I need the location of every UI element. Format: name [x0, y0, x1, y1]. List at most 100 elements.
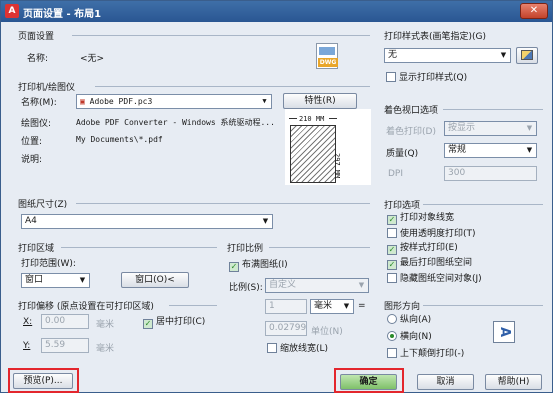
- window-select-button[interactable]: 窗口(O)<: [121, 272, 189, 288]
- scale-units-input[interactable]: 0.02799: [265, 321, 307, 336]
- scale-combo[interactable]: 自定义 ▼: [265, 278, 369, 293]
- page-setup-group-line: [72, 35, 370, 36]
- upside-down-checkbox[interactable]: 上下颠倒打印(-): [387, 348, 464, 360]
- portrait-radio[interactable]: 纵向(A): [387, 314, 431, 326]
- offset-y-input[interactable]: 5.59: [41, 338, 89, 353]
- plot-offset-group-line: [169, 305, 217, 306]
- chevron-down-icon: ▼: [358, 281, 365, 289]
- plot-option-checkbox[interactable]: 隐藏图纸空间对象(J): [387, 273, 482, 285]
- plot-range-value: 窗口: [25, 275, 44, 285]
- scale-units-label: 单位(N): [311, 327, 343, 337]
- cancel-button[interactable]: 取消: [417, 374, 474, 390]
- landscape-radio[interactable]: 横向(N): [387, 331, 432, 343]
- radio-icon: [387, 314, 397, 324]
- landscape-label: 横向(N): [400, 332, 432, 342]
- scale-paper-input[interactable]: 1: [265, 299, 307, 314]
- checkbox-icon: [387, 348, 397, 358]
- quality-label: 质量(Q): [386, 149, 419, 159]
- plot-scale-group-title: 打印比例: [227, 244, 264, 254]
- page-setup-group-title: 页面设置: [18, 32, 55, 42]
- checkbox-icon: [386, 72, 396, 82]
- chevron-down-icon: ▼: [262, 217, 269, 225]
- plot-area-group-title: 打印区域: [18, 244, 55, 254]
- paper-size-combo[interactable]: A4 ▼: [21, 214, 273, 229]
- shade-plot-combo[interactable]: 按显示 ▼: [444, 121, 537, 136]
- show-plot-styles-label: 显示打印样式(Q): [399, 73, 468, 83]
- paper-preview: 210 MM 297 MM: [285, 109, 371, 185]
- offset-x-label: X:: [23, 317, 33, 327]
- page-setup-dialog: A 页面设置 - 布局1 ✕ 页面设置 名称: <无> DWG 打印机/绘图仪 …: [0, 0, 553, 393]
- title-bar: A 页面设置 - 布局1 ✕: [1, 1, 552, 22]
- checkbox-icon: [387, 273, 397, 283]
- printer-group-line: [95, 86, 370, 87]
- scale-unit-combo[interactable]: 毫米 ▼: [310, 299, 354, 314]
- dpi-input[interactable]: 300: [444, 166, 537, 181]
- chevron-down-icon: ▼: [526, 124, 533, 132]
- plot-option-label: 隐藏图纸空间对象(J): [400, 274, 482, 284]
- scale-label: 比例(S):: [229, 283, 263, 293]
- dwg-label: DWG: [318, 58, 338, 67]
- edit-style-button[interactable]: [516, 47, 538, 64]
- preview-width-label: 210 MM: [299, 115, 325, 123]
- dimension-line: [329, 118, 337, 119]
- plot-option-checkbox[interactable]: ✓ 按样式打印(E): [387, 243, 458, 255]
- plot-option-label: 按样式打印(E): [400, 243, 458, 253]
- properties-button[interactable]: 特性(R): [283, 93, 357, 109]
- orientation-group-line: [423, 305, 543, 306]
- orientation-group-title: 图形方向: [384, 302, 421, 312]
- paper-size-group-title: 图纸尺寸(Z): [18, 200, 68, 210]
- show-plot-styles-checkbox[interactable]: 显示打印样式(Q): [386, 72, 467, 84]
- description-label: 说明:: [21, 155, 43, 165]
- shade-plot-label: 着色打印(D): [386, 127, 436, 137]
- plot-range-combo[interactable]: 窗口 ▼: [21, 273, 90, 288]
- help-button[interactable]: 帮助(H): [485, 374, 542, 390]
- plot-scale-group-line: [269, 247, 370, 248]
- center-plot-checkbox[interactable]: ✓ 居中打印(C): [143, 317, 205, 329]
- scale-unit-value: 毫米: [314, 301, 333, 311]
- plot-option-checkbox[interactable]: ✓ 打印对象线宽: [387, 213, 454, 225]
- location-label: 位置:: [21, 137, 43, 147]
- window-title: 页面设置 - 布局1: [23, 9, 102, 20]
- plotter-value: Adobe PDF Converter - Windows 系统驱动程...: [76, 118, 275, 127]
- fit-to-paper-label: 布满图纸(I): [242, 260, 288, 270]
- check-icon: ✓: [387, 245, 397, 255]
- dwg-file-icon: DWG: [316, 43, 338, 69]
- chevron-down-icon: ▼: [262, 97, 267, 105]
- dpi-label: DPI: [388, 169, 404, 179]
- printer-name-combo[interactable]: ▣ Adobe PDF.pc3 ▼: [76, 94, 272, 109]
- plot-option-label: 使用透明度打印(T): [400, 229, 476, 239]
- chevron-down-icon: ▼: [343, 302, 350, 310]
- offset-x-input[interactable]: 0.00: [41, 314, 89, 329]
- chevron-down-icon: ▼: [526, 146, 533, 154]
- chevron-down-icon: ▼: [79, 276, 86, 284]
- equals-sign: =: [358, 301, 366, 311]
- plot-option-checkbox[interactable]: ✓ 最后打印图纸空间: [387, 258, 472, 270]
- plot-option-label: 最后打印图纸空间: [400, 258, 473, 268]
- paper-size-value: A4: [25, 216, 37, 226]
- center-plot-label: 居中打印(C): [156, 317, 206, 327]
- plot-range-label: 打印范围(W):: [21, 259, 76, 269]
- plot-options-group-title: 打印选项: [384, 201, 421, 211]
- page-setup-name-label: 名称:: [27, 54, 49, 64]
- fit-to-paper-checkbox[interactable]: ✓ 布满图纸(I): [229, 260, 288, 272]
- paper-hatch: [290, 125, 336, 183]
- quality-combo[interactable]: 常规 ▼: [444, 143, 537, 158]
- edit-icon: [521, 50, 533, 60]
- plot-area-group-line: [61, 247, 217, 248]
- close-button[interactable]: ✕: [520, 3, 548, 19]
- checkbox-icon: [267, 343, 277, 353]
- chevron-down-icon: ▼: [500, 51, 507, 59]
- check-icon: ✓: [387, 260, 397, 270]
- upside-down-label: 上下颠倒打印(-): [400, 349, 465, 359]
- dimension-line: [289, 118, 297, 119]
- plot-option-checkbox[interactable]: 使用透明度打印(T): [387, 228, 476, 240]
- offset-y-label: Y:: [23, 341, 31, 351]
- plotter-label: 绘图仪:: [21, 119, 52, 129]
- shaded-group-title: 着色视口选项: [384, 106, 439, 116]
- autocad-icon: A: [5, 4, 19, 18]
- scale-value: 自定义: [269, 280, 297, 290]
- scale-lineweights-checkbox[interactable]: 缩放线宽(L): [267, 343, 328, 355]
- style-table-combo[interactable]: 无 ▼: [384, 48, 511, 63]
- scale-lineweights-label: 缩放线宽(L): [280, 344, 329, 354]
- style-table-value: 无: [388, 50, 398, 60]
